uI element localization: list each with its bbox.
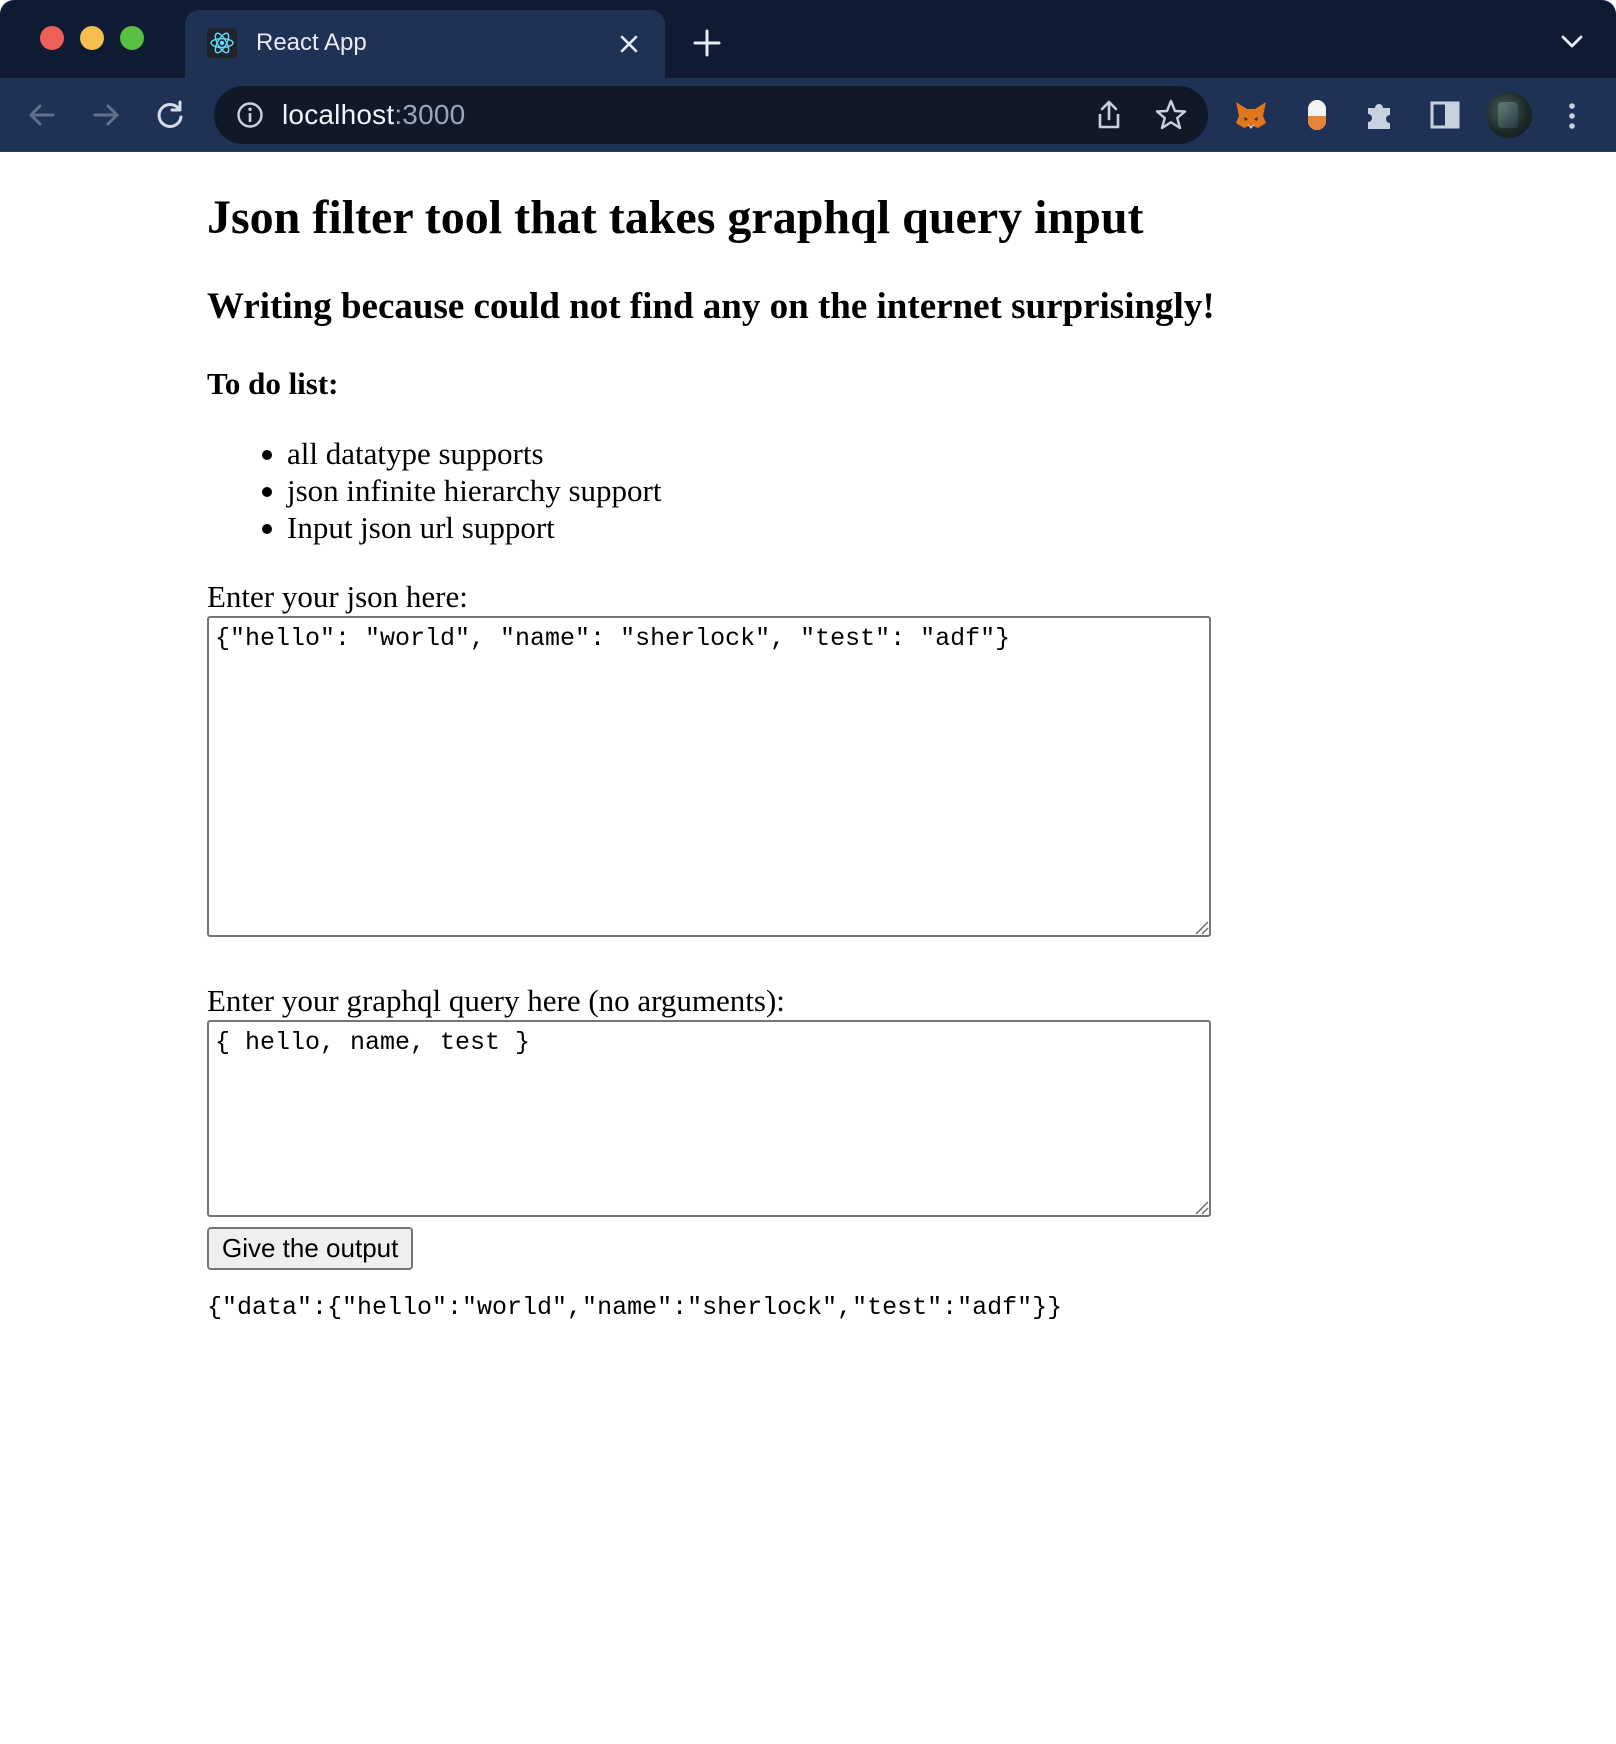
reload-icon[interactable]: [153, 98, 187, 132]
resize-grip-icon[interactable]: [1193, 919, 1209, 935]
close-icon[interactable]: [617, 32, 641, 56]
address-bar[interactable]: localhost:3000: [214, 86, 1208, 144]
forward-arrow-icon[interactable]: [89, 98, 123, 132]
react-icon: [207, 28, 237, 58]
puzzle-icon[interactable]: [1360, 96, 1398, 134]
todo-list: all datatype supports json infinite hier…: [262, 435, 662, 546]
info-icon[interactable]: [236, 101, 264, 129]
page-title: Json filter tool that takes graphql quer…: [207, 191, 1144, 244]
give-output-button[interactable]: Give the output: [207, 1227, 414, 1270]
json-input-label: Enter your json here:: [207, 579, 468, 614]
tab-title: React App: [256, 29, 367, 56]
fox-extension-icon[interactable]: [1232, 96, 1270, 134]
todo-item: json infinite hierarchy support: [262, 473, 662, 508]
graphql-query-input[interactable]: { hello, name, test }: [207, 1020, 1211, 1217]
kebab-menu-icon[interactable]: [1560, 100, 1584, 132]
plus-icon[interactable]: [692, 28, 722, 58]
pill-extension-icon[interactable]: [1298, 96, 1336, 134]
page-subtitle: Writing because could not find any on th…: [207, 286, 1215, 327]
browser-toolbar: localhost:3000: [0, 78, 1616, 152]
window-minimize-button[interactable]: [80, 26, 104, 50]
tab-react-app[interactable]: React App: [185, 10, 665, 78]
url-text: localhost:3000: [282, 99, 465, 131]
back-arrow-icon[interactable]: [25, 98, 59, 132]
url-port: :3000: [394, 99, 466, 130]
browser-window: React App localhost:3000 Json filter too…: [0, 0, 1616, 1744]
share-icon[interactable]: [1094, 99, 1124, 131]
star-icon[interactable]: [1154, 98, 1188, 132]
todo-item: all datatype supports: [262, 435, 662, 472]
todo-item: Input json url support: [262, 509, 662, 546]
json-input[interactable]: {"hello": "world", "name": "sherlock", "…: [207, 616, 1211, 937]
window-close-button[interactable]: [40, 26, 64, 50]
avatar[interactable]: [1486, 92, 1532, 138]
page-viewport: Json filter tool that takes graphql quer…: [0, 152, 1616, 1744]
window-maximize-button[interactable]: [120, 26, 144, 50]
resize-grip-icon[interactable]: [1193, 1199, 1209, 1215]
query-input-label: Enter your graphql query here (no argume…: [207, 983, 785, 1018]
todo-heading: To do list:: [207, 366, 339, 401]
url-host: localhost: [282, 99, 395, 130]
chevron-down-icon[interactable]: [1559, 32, 1585, 52]
tab-strip: React App: [0, 0, 1616, 78]
output-result: {"data":{"hello":"world","name":"sherloc…: [207, 1293, 1063, 1322]
side-panel-icon[interactable]: [1426, 96, 1464, 134]
